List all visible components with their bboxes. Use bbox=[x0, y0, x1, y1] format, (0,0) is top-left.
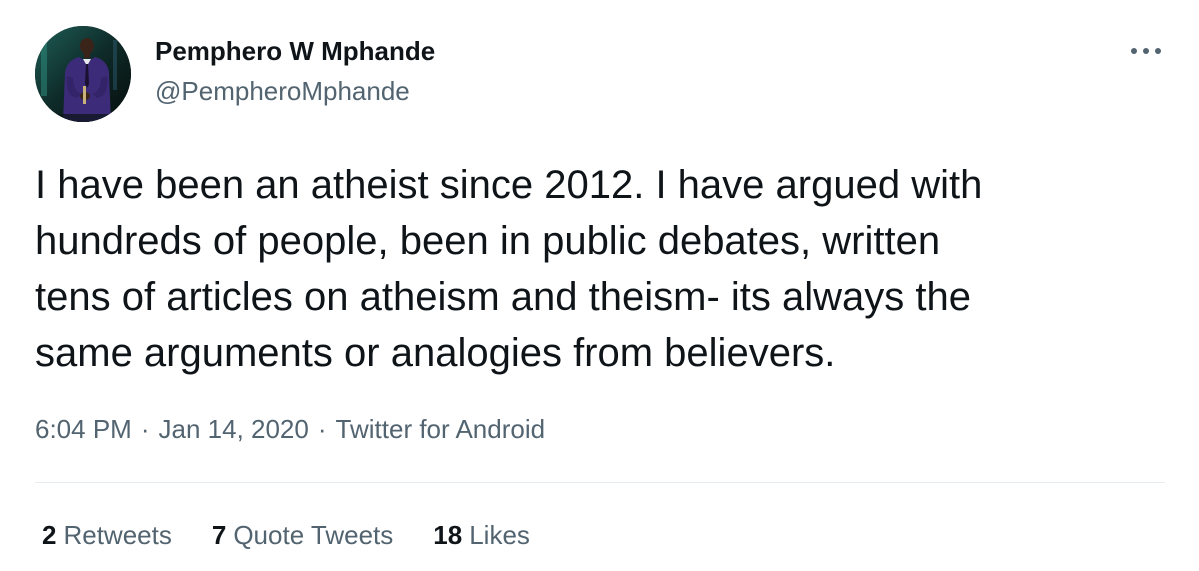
likes-label: Likes bbox=[469, 520, 530, 550]
tweet-text-line: same arguments or analogies from believe… bbox=[35, 331, 836, 375]
tweet-text-line: I have been an atheist since 2012. I hav… bbox=[35, 163, 983, 207]
tweet-text-line: hundreds of people, been in public debat… bbox=[35, 219, 941, 263]
author-name[interactable]: Pemphero W Mphande bbox=[155, 34, 435, 68]
tweet-text: I have been an atheist since 2012. I hav… bbox=[35, 157, 1165, 381]
tweet-meta: 6:04 PM · Jan 14, 2020 · Twitter for Android bbox=[35, 412, 545, 446]
quote-tweets-count: 7 bbox=[211, 520, 227, 550]
meta-separator: · bbox=[317, 414, 327, 444]
avatar[interactable] bbox=[35, 26, 131, 122]
tweet-date[interactable]: Jan 14, 2020 bbox=[159, 414, 309, 444]
tweet-card: Pemphero W Mphande @PempheroMphande I ha… bbox=[0, 0, 1199, 571]
retweets-label: Retweets bbox=[63, 520, 172, 550]
tweet-stats: 2 Retweets 7 Quote Tweets 18 Likes bbox=[42, 518, 530, 552]
author-handle[interactable]: @PempheroMphande bbox=[155, 74, 410, 108]
tweet-time[interactable]: 6:04 PM bbox=[35, 414, 132, 444]
meta-separator: · bbox=[140, 414, 150, 444]
retweets-stat[interactable]: 2 Retweets bbox=[42, 518, 172, 552]
tweet-source[interactable]: Twitter for Android bbox=[336, 414, 546, 444]
more-options-button[interactable] bbox=[1124, 36, 1168, 66]
retweets-count: 2 bbox=[42, 520, 57, 550]
quote-tweets-stat[interactable]: 7 Quote Tweets bbox=[212, 518, 393, 552]
more-horizontal-icon bbox=[1131, 48, 1161, 54]
tweet-text-line: tens of articles on atheism and theism- … bbox=[35, 275, 971, 319]
likes-count: 18 bbox=[433, 520, 463, 550]
likes-stat[interactable]: 18 Likes bbox=[433, 518, 530, 552]
quote-tweets-label: Quote Tweets bbox=[233, 520, 394, 550]
divider bbox=[35, 482, 1165, 483]
avatar-image bbox=[35, 26, 131, 122]
